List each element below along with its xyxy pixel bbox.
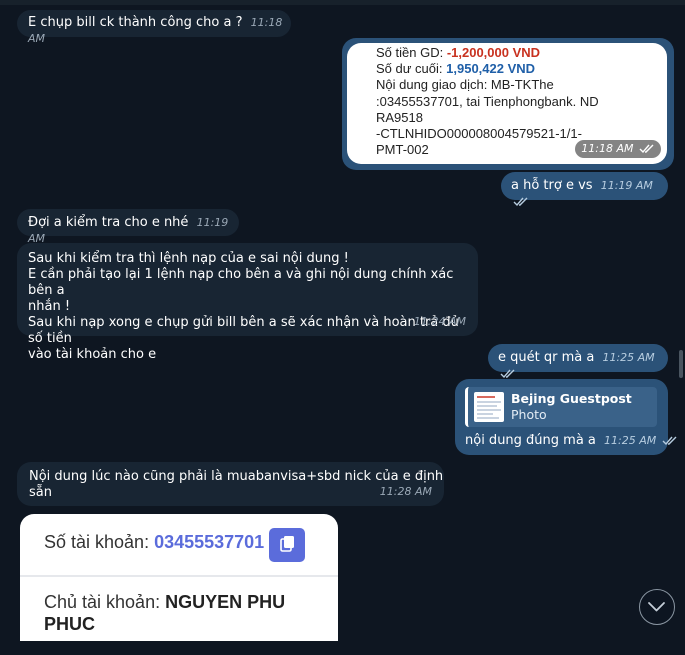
reply-preview[interactable]: Bejing Guestpost Photo xyxy=(465,387,657,427)
message-outgoing-2[interactable]: a hỗ trợ e vs 11:19 AM xyxy=(501,172,668,206)
account-number: 03455537701 xyxy=(154,532,265,552)
divider xyxy=(20,575,338,577)
copy-icon xyxy=(280,536,294,552)
receipt-balance-label: Số dư cuối: xyxy=(376,61,447,77)
message-time: 11:25 AM xyxy=(602,351,655,364)
message-time: 11:24 AM xyxy=(413,315,466,328)
double-check-icon xyxy=(500,369,515,378)
message-text-line: E cần phải tạo lại 1 lệnh nạp cho bên a … xyxy=(28,267,454,298)
message-incoming-3[interactable]: Sau khi kiểm tra thì lệnh nạp của e sai … xyxy=(17,243,478,362)
account-number-row: Số tài khoản: 03455537701 xyxy=(44,532,264,553)
top-border xyxy=(0,0,685,5)
message-text: nội dung đúng mà a xyxy=(465,433,596,448)
receipt-content-line: :03455537701, tai Tienphongbank. ND xyxy=(376,93,599,109)
receipt-amount-value: -1,200,000 VND xyxy=(446,45,541,60)
receipt-content-line: RA9518 xyxy=(376,109,423,125)
receipt-image[interactable]: Số tiền GD: -1,200,000 VND Số dư cuối: 1… xyxy=(347,43,667,164)
scrollbar[interactable] xyxy=(679,350,683,378)
message-text: E chụp bill ck thành công cho a ? xyxy=(28,15,243,30)
message-text: a hỗ trợ e vs xyxy=(511,178,593,193)
double-check-icon xyxy=(513,197,528,206)
receipt-content-line: Nội dung giao dịch: MB-TKThe xyxy=(376,77,554,93)
message-outgoing-4-reply[interactable]: Bejing Guestpost Photo nội dung đúng mà … xyxy=(455,379,677,455)
holder-name-line2: PHUC xyxy=(44,614,96,634)
bottom-bar xyxy=(0,641,685,655)
double-check-icon xyxy=(639,144,654,153)
message-incoming-2[interactable]: Đợi a kiểm tra cho e nhé 11:19 AM xyxy=(17,209,239,245)
receipt-balance-value: 1,950,422 VND xyxy=(446,61,536,77)
message-text: e quét qr mà a xyxy=(498,350,595,365)
reply-subtitle: Photo xyxy=(511,407,547,422)
double-check-icon xyxy=(662,436,677,445)
account-label: Số tài khoản: xyxy=(44,532,155,552)
message-time: 11:28 AM xyxy=(379,485,432,498)
message-time: 11:18 AM xyxy=(581,141,634,155)
message-incoming-1[interactable]: E chụp bill ck thành công cho a ? 11:18 … xyxy=(17,10,291,45)
scroll-to-bottom-button[interactable] xyxy=(639,589,675,625)
message-text-line: Sau khi kiểm tra thì lệnh nạp của e sai … xyxy=(28,251,349,266)
holder-name-line1: NGUYEN PHU xyxy=(165,592,286,612)
account-info-image[interactable]: Số tài khoản: 03455537701 Chủ tài khoản:… xyxy=(20,514,338,655)
photo-thumbnail xyxy=(474,392,504,422)
receipt-amount-label: Số tiền GD: xyxy=(376,45,447,60)
copy-button[interactable] xyxy=(269,528,305,562)
reply-title: Bejing Guestpost xyxy=(511,391,632,406)
message-outgoing-3[interactable]: e quét qr mà a 11:25 AM xyxy=(488,344,668,378)
chevron-down-icon xyxy=(648,602,665,612)
message-incoming-4[interactable]: Nội dung lúc nào cũng phải là muabanvisa… xyxy=(17,462,444,506)
message-text-line: vào tài khoản cho e xyxy=(28,347,157,362)
receipt-time-pill: 11:18 AM xyxy=(575,139,661,158)
message-time: 11:19 AM xyxy=(600,179,653,192)
account-holder-row: Chủ tài khoản: NGUYEN PHU PHUC xyxy=(44,591,324,635)
message-text-line: Sau khi nạp xong e chụp gửi bill bên a s… xyxy=(28,315,459,346)
message-text: Đợi a kiểm tra cho e nhé xyxy=(28,215,189,230)
holder-label: Chủ tài khoản: xyxy=(44,592,166,612)
message-time: 11:25 AM xyxy=(604,434,657,447)
message-text-line: nhắn ! xyxy=(28,299,71,314)
